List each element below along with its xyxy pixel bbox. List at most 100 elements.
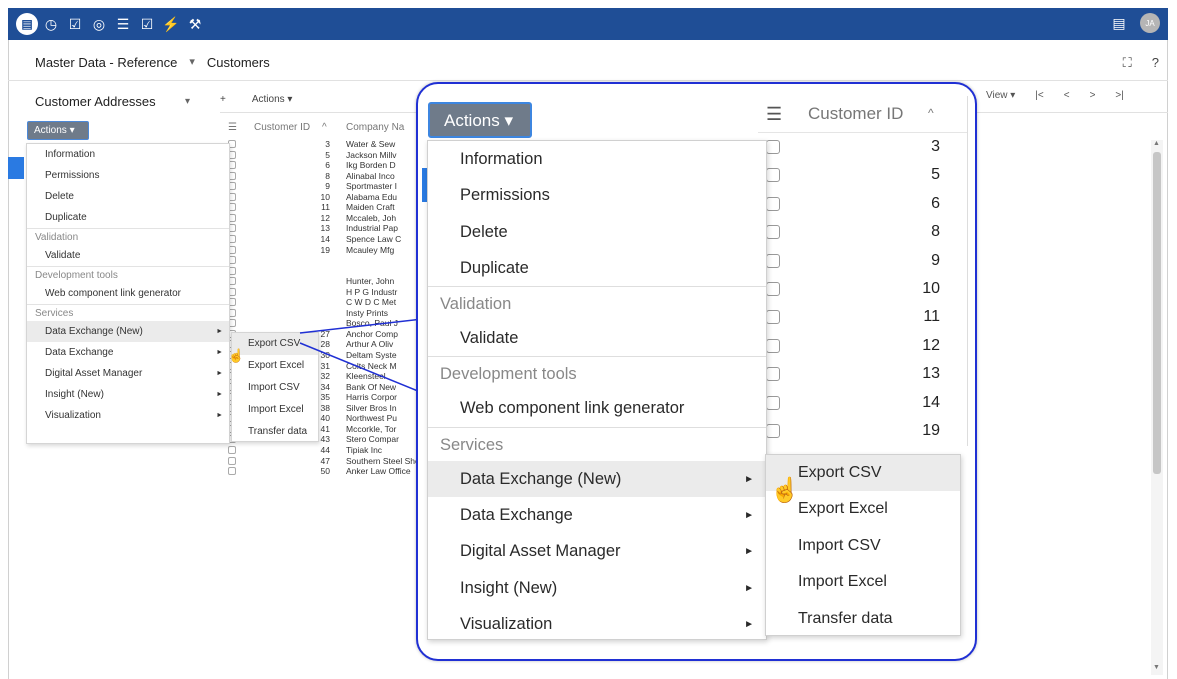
table-row[interactable]: 13	[758, 361, 958, 389]
menu-item-information[interactable]: Information	[27, 144, 229, 165]
row-checkbox[interactable]	[766, 310, 780, 325]
menu-item-insight-new[interactable]: Insight (New) ►	[428, 570, 766, 606]
table-row[interactable]: 6 Ikg Borden D	[222, 160, 422, 171]
table-row[interactable]: 8 Alinabal Inco	[222, 171, 422, 182]
row-checkbox[interactable]	[766, 196, 780, 211]
table-row[interactable]: 10	[758, 276, 958, 304]
plug-icon[interactable]: ⚡	[160, 16, 182, 33]
table-row[interactable]: 13 Industrial Pap	[222, 223, 422, 234]
menu-item-permissions[interactable]: Permissions	[27, 165, 229, 186]
column-header-customer-id[interactable]: Customer ID	[254, 122, 310, 133]
table-row[interactable]: Bosco, Paul J	[222, 318, 422, 329]
submenu-item-import-excel[interactable]: Import Excel	[766, 564, 960, 600]
table-row[interactable]: 44 Tipiak Inc	[222, 445, 422, 456]
gauge-icon[interactable]: ◎	[88, 16, 110, 33]
menu-item-data-exchange-new[interactable]: Data Exchange (New) ►	[27, 321, 229, 342]
menu-icon[interactable]: ☰	[228, 122, 237, 133]
submenu-item-export-excel[interactable]: Export Excel	[232, 355, 318, 377]
next-page-icon[interactable]: >	[1090, 90, 1096, 101]
sort-asc-icon[interactable]: ^	[322, 122, 327, 133]
column-header-company[interactable]: Company Na	[346, 122, 404, 133]
submenu-item-transfer-data[interactable]: Transfer data	[766, 601, 960, 637]
table-row[interactable]: 11 Maiden Craft	[222, 202, 422, 213]
menu-item-validate[interactable]: Validate	[428, 320, 766, 356]
scroll-up-icon[interactable]: ▲	[1153, 140, 1160, 147]
row-checkbox[interactable]	[766, 338, 780, 353]
document-icon[interactable]: ▤	[1108, 15, 1130, 32]
checkbox-icon[interactable]: ☑	[64, 16, 86, 33]
table-row[interactable]: 11	[758, 304, 958, 332]
chevron-down-icon[interactable]: ▾	[185, 96, 190, 107]
table-row[interactable]: 9 Sportmaster I	[222, 181, 422, 192]
table-row[interactable]	[222, 266, 422, 277]
add-icon[interactable]: +	[220, 94, 226, 105]
menu-item-data-exchange-new[interactable]: Data Exchange (New) ►	[428, 460, 766, 498]
table-row[interactable]: H P G Industr	[222, 287, 422, 298]
table-row[interactable]	[222, 255, 422, 266]
menu-item-data-exchange[interactable]: Data Exchange ►	[428, 497, 766, 533]
table-row[interactable]: 19	[758, 418, 958, 446]
menu-item-information[interactable]: Information	[428, 141, 766, 177]
row-checkbox[interactable]	[228, 445, 236, 454]
menu-item-web-component-link-generator[interactable]: Web component link generator	[27, 283, 229, 304]
submenu-item-import-excel[interactable]: Import Excel	[232, 399, 318, 421]
submenu-item-transfer-data[interactable]: Transfer data	[232, 421, 318, 443]
table-row[interactable]: 3	[758, 134, 958, 162]
fullscreen-icon[interactable]: ⛶	[1123, 55, 1132, 71]
table-row[interactable]: 10 Alabama Edu	[222, 192, 422, 203]
row-checkbox[interactable]	[766, 367, 780, 382]
column-header-customer-id[interactable]: Customer ID	[808, 104, 903, 124]
table-row[interactable]: 8	[758, 219, 958, 247]
submenu-item-import-csv[interactable]: Import CSV	[766, 528, 960, 564]
menu-item-visualization[interactable]: Visualization ►	[428, 606, 766, 642]
menu-item-digital-asset-manager[interactable]: Digital Asset Manager ►	[27, 363, 229, 384]
home-database-icon[interactable]: ▤	[16, 13, 38, 35]
wrench-icon[interactable]: ⚒	[184, 16, 206, 33]
row-checkbox[interactable]	[766, 225, 780, 240]
menu-item-permissions[interactable]: Permissions	[428, 177, 766, 213]
row-checkbox[interactable]	[766, 282, 780, 296]
submenu-item-export-csv[interactable]: Export CSV	[232, 333, 318, 355]
menu-item-web-component-link-generator[interactable]: Web component link generator	[428, 390, 766, 426]
table-row[interactable]: 6	[758, 191, 958, 219]
table-actions-button[interactable]: Actions ▾	[252, 94, 293, 105]
table-row[interactable]: 50 Anker Law Office	[222, 466, 422, 477]
table-row[interactable]: 3 Water & Sew	[222, 139, 422, 150]
table-row[interactable]: 12	[758, 333, 958, 361]
table-row[interactable]: Hunter, John	[222, 276, 422, 287]
sort-asc-icon[interactable]: ^	[928, 106, 934, 120]
view-dropdown[interactable]: View ▾	[986, 90, 1015, 101]
first-page-icon[interactable]: |<	[1035, 90, 1043, 101]
table-row[interactable]: 9	[758, 248, 958, 276]
menu-icon[interactable]: ☰	[766, 104, 782, 125]
submenu-item-import-csv[interactable]: Import CSV	[232, 377, 318, 399]
table-row[interactable]: C W D C Met	[222, 297, 422, 308]
row-checkbox[interactable]	[766, 140, 780, 154]
row-checkbox[interactable]	[766, 395, 780, 410]
row-checkbox[interactable]	[228, 456, 236, 465]
table-row[interactable]: 47 Southern Steel Shearing Co	[222, 456, 422, 467]
menu-item-digital-asset-manager[interactable]: Digital Asset Manager ►	[428, 533, 766, 569]
table-row[interactable]: 5 Jackson Millv	[222, 150, 422, 161]
clock-icon[interactable]: ◷	[40, 16, 62, 33]
menu-item-duplicate[interactable]: Duplicate	[27, 207, 229, 228]
row-checkbox[interactable]	[766, 168, 780, 183]
menu-item-visualization[interactable]: Visualization ►	[27, 405, 229, 426]
avatar[interactable]: JA	[1140, 13, 1160, 33]
menu-item-duplicate[interactable]: Duplicate	[428, 250, 766, 286]
row-checkbox[interactable]	[228, 467, 236, 476]
row-checkbox[interactable]	[766, 253, 780, 268]
menu-item-insight-new[interactable]: Insight (New) ►	[27, 384, 229, 405]
actions-button[interactable]: Actions ▾	[27, 121, 89, 140]
list-check-icon[interactable]: ☰	[112, 16, 134, 33]
menu-item-data-exchange[interactable]: Data Exchange ►	[27, 342, 229, 363]
row-checkbox[interactable]	[766, 424, 780, 438]
scroll-down-icon[interactable]: ▼	[1153, 664, 1160, 671]
prev-page-icon[interactable]: <	[1064, 90, 1070, 101]
menu-item-delete[interactable]: Delete	[428, 214, 766, 250]
table-row[interactable]: 14 Spence Law C	[222, 234, 422, 245]
help-icon[interactable]: ?	[1152, 55, 1159, 71]
menu-item-delete[interactable]: Delete	[27, 186, 229, 207]
breadcrumb-section[interactable]: Master Data - Reference	[35, 55, 177, 70]
table-row[interactable]: 12 Mccaleb, Joh	[222, 213, 422, 224]
